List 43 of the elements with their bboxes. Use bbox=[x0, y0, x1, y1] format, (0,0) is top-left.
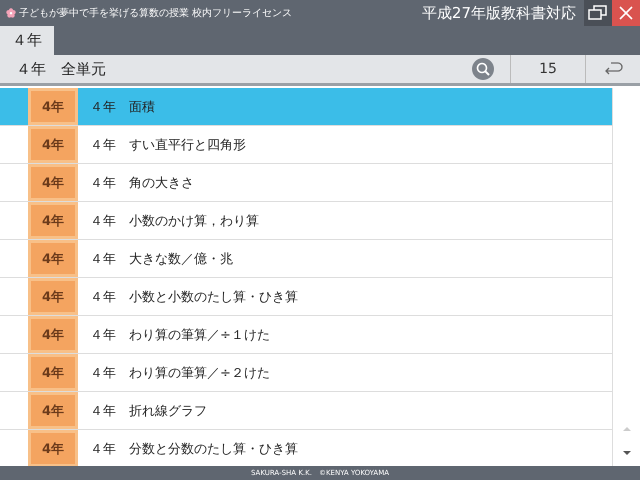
unit-title: ４年 小数と小数のたし算・ひき算 bbox=[90, 288, 298, 306]
grade-badge: 4年 bbox=[28, 164, 78, 201]
scroll-down-icon[interactable] bbox=[622, 451, 630, 456]
unit-row[interactable]: 4年 ４年 小数のかけ算，わり算 bbox=[0, 202, 612, 240]
grade-badge: 4年 bbox=[28, 88, 78, 125]
unit-title: ４年 大きな数／億・兆 bbox=[90, 250, 233, 268]
restore-icon bbox=[588, 5, 608, 21]
grade-badge: 4年 bbox=[28, 278, 78, 315]
edition-label: 平成27年版教科書対応 bbox=[422, 4, 576, 22]
unit-title: ４年 折れ線グラフ bbox=[90, 402, 207, 420]
window-title: 子どもが夢中で手を挙げる算数の授業 校内フリーライセンス bbox=[19, 6, 292, 20]
unit-title: ４年 すい直平行と四角形 bbox=[90, 136, 246, 154]
grade-badge: 4年 bbox=[28, 240, 78, 277]
unit-row[interactable]: 4年 ４年 面積 bbox=[0, 88, 612, 126]
grade-badge: 4年 bbox=[28, 392, 78, 429]
unit-row[interactable]: 4年 ４年 すい直平行と四角形 bbox=[0, 126, 612, 164]
grade-badge: 4年 bbox=[28, 202, 78, 239]
unit-title: ４年 小数のかけ算，わり算 bbox=[90, 212, 259, 230]
unit-row[interactable]: 4年 ４年 わり算の筆算／÷２けた bbox=[0, 354, 612, 392]
grade-badge: 4年 bbox=[28, 316, 78, 353]
close-icon bbox=[619, 6, 633, 20]
search-icon bbox=[472, 58, 494, 80]
unit-title: ４年 分数と分数のたし算・ひき算 bbox=[90, 440, 298, 458]
unit-title: ４年 わり算の筆算／÷１けた bbox=[90, 326, 270, 344]
close-button[interactable] bbox=[612, 0, 640, 26]
unit-row[interactable]: 4年 ４年 大きな数／億・兆 bbox=[0, 240, 612, 278]
unit-row[interactable]: 4年 ４年 折れ線グラフ bbox=[0, 392, 612, 430]
unit-row[interactable]: 4年 ４年 わり算の筆算／÷１けた bbox=[0, 316, 612, 354]
list-title: ４年 全単元 bbox=[15, 60, 106, 78]
grade-badge: 4年 bbox=[28, 354, 78, 391]
return-arrow-icon bbox=[603, 61, 623, 77]
unit-title: ４年 面積 bbox=[90, 98, 155, 116]
grade-badge: 4年 bbox=[28, 430, 78, 467]
grade-tab[interactable]: ４年 bbox=[0, 26, 54, 55]
grade-badge: 4年 bbox=[28, 126, 78, 163]
unit-count: 15 bbox=[510, 55, 586, 83]
unit-row[interactable]: 4年 ４年 角の大きさ bbox=[0, 164, 612, 202]
flower-icon bbox=[6, 8, 16, 18]
unit-title: ４年 角の大きさ bbox=[90, 174, 194, 192]
search-button[interactable] bbox=[472, 58, 494, 80]
unit-title: ４年 わり算の筆算／÷２けた bbox=[90, 364, 270, 382]
unit-row[interactable]: 4年 ４年 小数と小数のたし算・ひき算 bbox=[0, 278, 612, 316]
restore-button[interactable] bbox=[584, 0, 612, 26]
